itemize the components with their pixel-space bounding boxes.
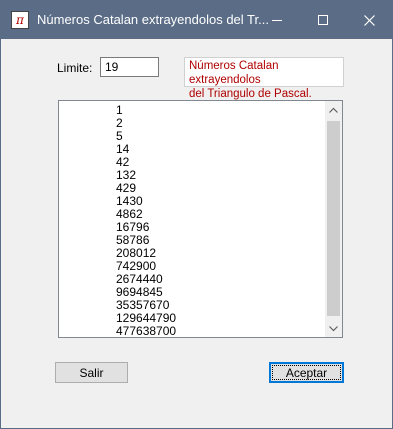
list-item[interactable]: 2: [116, 117, 316, 130]
vertical-scrollbar[interactable]: [325, 101, 342, 337]
app-icon-glyph: π: [16, 13, 24, 27]
list-item[interactable]: 5: [116, 130, 316, 143]
list-item[interactable]: 429: [116, 182, 316, 195]
chevron-up-icon: [329, 107, 338, 113]
results-listbox[interactable]: 1 2 5 14 42 132 429 1430 4862 16796 58786 208012 742…: [58, 100, 343, 338]
title-bar[interactable]: π Números Catalan extrayendolos del Tr..…: [1, 1, 392, 39]
scroll-down-button[interactable]: [325, 320, 342, 337]
info-line-2: del Triangulo de Pascal.: [189, 88, 312, 100]
scroll-up-button[interactable]: [325, 101, 342, 118]
exit-button[interactable]: Salir: [55, 362, 128, 383]
minimize-icon: [272, 20, 282, 21]
focus-rectangle: [272, 365, 341, 380]
window-title: Números Catalan extrayendolos del Tr...: [37, 12, 269, 27]
accept-button[interactable]: Aceptar: [269, 362, 344, 383]
limit-label: Limite:: [57, 61, 93, 75]
list-item[interactable]: 1430: [116, 195, 316, 208]
list-item[interactable]: 132: [116, 169, 316, 182]
main-window: π Números Catalan extrayendolos del Tr..…: [0, 0, 393, 429]
list-item[interactable]: 14: [116, 143, 316, 156]
list-item[interactable]: 477638700: [116, 325, 316, 338]
list-item[interactable]: 1: [116, 104, 316, 117]
close-button[interactable]: [346, 1, 392, 39]
minimize-button[interactable]: [254, 1, 300, 39]
limit-input[interactable]: [100, 57, 159, 77]
close-icon: [363, 14, 375, 26]
list-item[interactable]: 42: [116, 156, 316, 169]
info-line-1: Números Catalan extrayendolos: [189, 60, 279, 86]
info-box: Números Catalan extrayendolos del Triang…: [184, 57, 344, 100]
scroll-thumb[interactable]: [327, 121, 340, 316]
results-list: 1 2 5 14 42 132 429 1430 4862 16796 58786 208012 742…: [116, 104, 316, 338]
maximize-icon: [318, 15, 328, 25]
app-icon[interactable]: π: [11, 11, 29, 29]
maximize-button[interactable]: [300, 1, 346, 39]
chevron-down-icon: [329, 325, 338, 331]
